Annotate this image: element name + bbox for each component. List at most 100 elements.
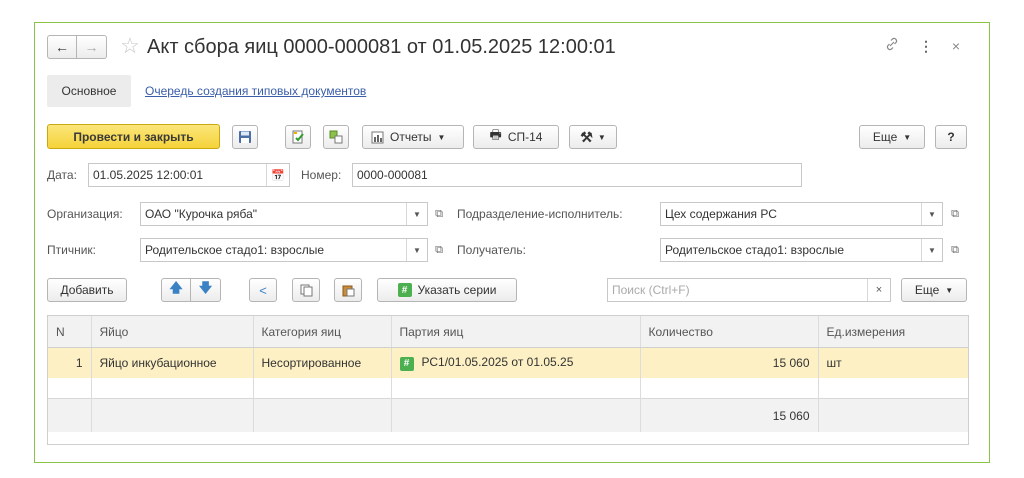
back-button[interactable]: ← xyxy=(47,35,77,59)
organization-field[interactable]: ОАО "Курочка ряба" ▼ xyxy=(140,202,428,226)
row-number: 1 xyxy=(48,347,92,378)
report-icon xyxy=(371,131,384,143)
post-button[interactable] xyxy=(285,125,311,149)
add-row-button[interactable]: Добавить xyxy=(47,278,127,302)
column-header[interactable]: Яйцо xyxy=(91,316,254,348)
reports-label: Отчеты xyxy=(390,130,432,144)
sp14-label: СП-14 xyxy=(507,130,543,144)
tab-main[interactable]: Основное xyxy=(47,75,131,107)
save-icon xyxy=(239,131,251,143)
organization-value: ОАО "Курочка ряба" xyxy=(145,207,258,221)
department-value: Цех содержания РС xyxy=(665,207,777,221)
share-button[interactable]: < xyxy=(249,278,277,302)
document-window: ← → ☆ Акт сбора яиц 0000-000081 от 01.05… xyxy=(34,22,990,463)
chevron-down-icon[interactable]: ▼ xyxy=(921,203,942,225)
column-header[interactable]: N xyxy=(48,316,92,348)
specify-series-label: Указать серии xyxy=(417,283,497,297)
worker-value: Родительское стадо1: взрослые xyxy=(145,243,324,257)
table-empty-row xyxy=(48,378,968,399)
column-header[interactable]: Партия яиц xyxy=(391,316,641,348)
help-button[interactable]: ? xyxy=(935,125,967,149)
open-department-icon[interactable]: ⧉ xyxy=(946,202,964,226)
table-totals-row: 15 060 xyxy=(48,398,968,432)
column-header[interactable]: Ед.измерения xyxy=(818,316,968,348)
egg-table: N Яйцо Категория яиц Партия яиц Количест… xyxy=(47,315,969,445)
share-icon: < xyxy=(259,282,267,298)
batch-value: РС1/01.05.2025 от 01.05.25 xyxy=(421,355,574,370)
date-label: Дата: xyxy=(47,168,77,182)
forward-button[interactable]: → xyxy=(77,35,107,59)
column-header[interactable]: Категория яиц xyxy=(253,316,392,348)
open-organization-icon[interactable]: ⧉ xyxy=(430,202,448,226)
move-up-button[interactable]: 🡅 xyxy=(161,278,191,302)
reports-button[interactable]: Отчеты ▼ xyxy=(362,125,464,149)
tab-main-label: Основное xyxy=(61,84,117,98)
date-value: 01.05.2025 12:00:01 xyxy=(93,168,204,182)
clear-search-icon[interactable]: × xyxy=(867,279,890,301)
tab-document-queue[interactable]: Очередь создания типовых документов xyxy=(145,75,366,107)
search-placeholder: Поиск (Ctrl+F) xyxy=(612,283,690,297)
category-cell[interactable]: Несортированное xyxy=(253,347,392,378)
total-quantity: 15 060 xyxy=(640,398,819,432)
chevron-down-icon: ▼ xyxy=(903,132,912,142)
table-row[interactable]: 1 Яйцо инкубационное Несортированное # РС… xyxy=(48,347,968,378)
recipient-label: Получатель: xyxy=(457,243,526,257)
paste-icon xyxy=(342,285,354,296)
open-worker-icon[interactable]: ⧉ xyxy=(430,238,448,262)
worker-label: Птичник: xyxy=(47,243,96,257)
paste-button[interactable] xyxy=(334,278,362,302)
close-icon[interactable]: × xyxy=(949,36,963,56)
calendar-icon[interactable]: 📅 xyxy=(266,164,289,186)
printer-icon: 🖶 xyxy=(489,127,502,142)
arrow-up-icon: 🡅 xyxy=(169,280,183,295)
cancel-post-button[interactable] xyxy=(323,125,349,149)
arrow-right-icon: → xyxy=(84,39,99,55)
specify-series-button[interactable]: # Указать серии xyxy=(377,278,517,302)
chevron-down-icon[interactable]: ▼ xyxy=(406,239,427,261)
move-down-button[interactable]: 🡇 xyxy=(191,278,221,302)
more-options-icon[interactable]: ⋮ xyxy=(919,36,933,56)
arrow-left-icon: ← xyxy=(55,39,69,55)
save-button[interactable] xyxy=(232,125,258,149)
post-and-close-button[interactable]: Провести и закрыть xyxy=(47,124,220,149)
tools-menu-button[interactable]: ⚒ ▼ xyxy=(569,125,617,149)
department-label: Подразделение-исполнитель: xyxy=(457,207,623,221)
department-field[interactable]: Цех содержания РС ▼ xyxy=(660,202,943,226)
worker-field[interactable]: Родительское стадо1: взрослые ▼ xyxy=(140,238,428,262)
post-document-icon xyxy=(292,130,304,144)
open-recipient-icon[interactable]: ⧉ xyxy=(946,238,964,262)
copy-button[interactable] xyxy=(292,278,320,302)
egg-cell[interactable]: Яйцо инкубационное xyxy=(91,347,254,378)
batch-cell[interactable]: # РС1/01.05.2025 от 01.05.25 xyxy=(391,347,641,378)
chevron-down-icon: ▼ xyxy=(945,285,954,295)
series-icon: # xyxy=(399,356,414,371)
copy-icon xyxy=(300,284,312,296)
chevron-down-icon: ▼ xyxy=(437,132,446,142)
more-label: Еще xyxy=(872,130,898,144)
document-structure-icon xyxy=(329,130,343,144)
date-field[interactable]: 01.05.2025 12:00:01 📅 xyxy=(88,163,290,187)
more-button[interactable]: Еще ▼ xyxy=(859,125,925,149)
table-more-label: Еще xyxy=(914,283,940,297)
sp14-print-button[interactable]: 🖶 СП-14 xyxy=(473,125,559,149)
favorite-star-icon[interactable]: ☆ xyxy=(117,33,143,59)
quantity-cell[interactable]: 15 060 xyxy=(640,347,819,378)
chevron-down-icon[interactable]: ▼ xyxy=(921,239,942,261)
recipient-field[interactable]: Родительское стадо1: взрослые ▼ xyxy=(660,238,943,262)
link-icon[interactable] xyxy=(883,36,901,56)
arrow-down-icon: 🡇 xyxy=(198,280,213,295)
recipient-value: Родительское стадо1: взрослые xyxy=(665,243,844,257)
search-input[interactable]: Поиск (Ctrl+F) × xyxy=(607,278,891,302)
tools-icon: ⚒ xyxy=(580,128,593,145)
number-field[interactable]: 0000-000081 xyxy=(352,163,802,187)
page-title: Акт сбора яиц 0000-000081 от 01.05.2025 … xyxy=(147,36,616,58)
number-value: 0000-000081 xyxy=(357,168,428,182)
unit-cell[interactable]: шт xyxy=(818,347,968,378)
number-label: Номер: xyxy=(301,168,342,182)
table-more-button[interactable]: Еще ▼ xyxy=(901,278,967,302)
series-icon: # xyxy=(397,283,412,297)
table-header-row: N Яйцо Категория яиц Партия яиц Количест… xyxy=(48,316,968,348)
chevron-down-icon[interactable]: ▼ xyxy=(406,203,427,225)
organization-label: Организация: xyxy=(47,207,123,221)
column-header[interactable]: Количество xyxy=(640,316,819,348)
